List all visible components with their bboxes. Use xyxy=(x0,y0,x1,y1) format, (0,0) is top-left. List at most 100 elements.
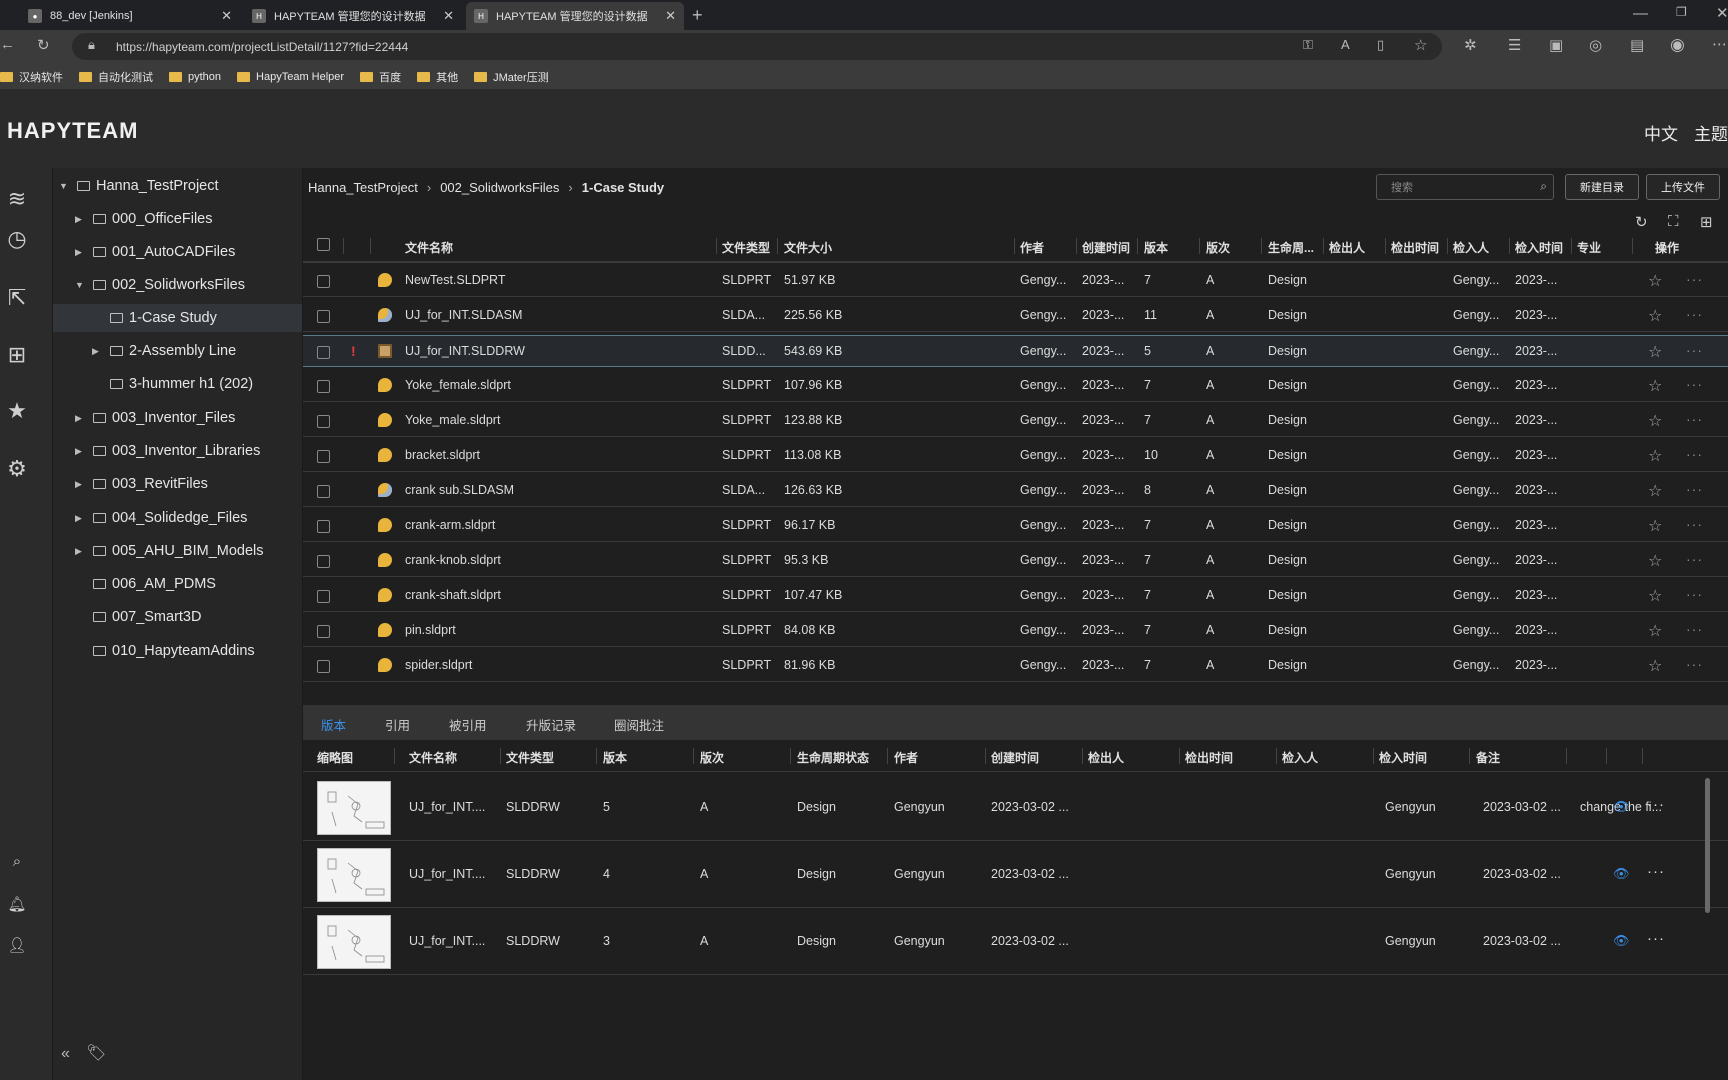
caret-right-icon[interactable]: ▶ xyxy=(75,546,85,557)
read-aloud-icon[interactable]: A xyxy=(1341,37,1350,52)
bookmark-folder[interactable]: HapyTeam Helper xyxy=(237,71,344,83)
cell-file-name[interactable]: crank-shaft.sldprt xyxy=(405,588,501,602)
star-outline-icon[interactable]: ☆ xyxy=(1648,446,1662,466)
close-tab-icon[interactable]: ✕ xyxy=(221,8,232,24)
layers-icon[interactable]: ≋ xyxy=(2,184,32,214)
language-switch[interactable]: 中文 xyxy=(1644,120,1678,145)
tab-markup-comments[interactable]: 圈阅批注 xyxy=(614,715,664,734)
star-icon[interactable]: ★ xyxy=(2,396,32,426)
caret-down-icon[interactable]: ▼ xyxy=(75,280,85,290)
row-checkbox[interactable] xyxy=(317,310,330,323)
tree-node[interactable]: ▶ 003_Inventor_Libraries xyxy=(75,437,260,465)
star-outline-icon[interactable]: ☆ xyxy=(1648,656,1662,676)
breadcrumb-item[interactable]: 002_SolidworksFiles xyxy=(440,180,559,195)
col-lifecycle[interactable]: 生命周... xyxy=(1268,239,1314,256)
tag-icon[interactable]: 🏷︎ xyxy=(86,1043,106,1063)
brand-logo[interactable]: HAPYTEAM xyxy=(7,118,138,144)
col-created-time[interactable]: 创建时间 xyxy=(1082,239,1130,256)
col-revision[interactable]: 版次 xyxy=(1206,239,1230,256)
col-author[interactable]: 作者 xyxy=(1020,239,1044,256)
tree-node[interactable]: 007_Smart3D xyxy=(93,603,201,631)
cell-file-name[interactable]: Yoke_female.sldprt xyxy=(405,378,511,392)
col-checkout-by[interactable]: 检出人 xyxy=(1329,239,1365,256)
more-actions-icon[interactable]: ··· xyxy=(1647,930,1665,947)
cell-file-name[interactable]: crank sub.SLDASM xyxy=(405,483,514,497)
tree-node[interactable]: ▶ 2-Assembly Line xyxy=(92,337,236,365)
row-checkbox[interactable] xyxy=(317,660,330,673)
col-file-type[interactable]: 文件类型 xyxy=(722,239,770,256)
more-actions-icon[interactable]: ··· xyxy=(1647,796,1665,813)
new-folder-button[interactable]: 新建目录 xyxy=(1565,174,1639,200)
close-tab-icon[interactable]: ✕ xyxy=(443,8,454,24)
caret-right-icon[interactable]: ▶ xyxy=(75,479,85,490)
drawing-thumbnail[interactable] xyxy=(317,848,391,902)
more-actions-icon[interactable]: ··· xyxy=(1686,656,1703,672)
new-tab-icon[interactable]: + xyxy=(692,5,703,26)
star-outline-icon[interactable]: ☆ xyxy=(1648,376,1662,396)
user-icon[interactable]: 👤︎ xyxy=(2,930,32,960)
row-checkbox[interactable] xyxy=(317,590,330,603)
drawing-thumbnail[interactable] xyxy=(317,781,391,835)
caret-right-icon[interactable]: ▶ xyxy=(75,214,85,225)
favorite-star-icon[interactable]: ☆ xyxy=(1414,36,1427,54)
more-actions-icon[interactable]: ··· xyxy=(1686,586,1703,602)
settings-gear-icon[interactable]: ⚙ xyxy=(2,454,32,484)
version-row[interactable]: UJ_for_INT.... SLDDRW 3 A Design Gengyun 2023-… xyxy=(303,908,1728,975)
table-row[interactable]: pin.sldprt SLDPRT 84.08 KB Gengy... 2023-...… xyxy=(303,615,1728,647)
star-outline-icon[interactable]: ☆ xyxy=(1648,342,1662,362)
more-actions-icon[interactable]: ··· xyxy=(1686,271,1703,287)
share-icon[interactable]: ⇱ xyxy=(2,283,32,313)
col-discipline[interactable]: 专业 xyxy=(1577,239,1601,256)
screenshot-icon[interactable]: ▤ xyxy=(1630,36,1644,54)
star-outline-icon[interactable]: ☆ xyxy=(1648,516,1662,536)
extensions-icon[interactable]: ✲ xyxy=(1464,36,1477,54)
back-icon[interactable]: ← xyxy=(0,36,15,53)
cell-file-name[interactable]: pin.sldprt xyxy=(405,623,456,637)
cell-file-name[interactable]: UJ_for_INT.SLDDRW xyxy=(405,344,525,358)
table-row[interactable]: NewTest.SLDPRT SLDPRT 51.97 KB Gengy... 2023… xyxy=(303,265,1728,297)
more-actions-icon[interactable]: ··· xyxy=(1686,481,1703,497)
star-outline-icon[interactable]: ☆ xyxy=(1648,271,1662,291)
more-actions-icon[interactable]: ··· xyxy=(1686,306,1703,322)
tab-versions[interactable]: 版本 xyxy=(321,715,346,734)
row-checkbox[interactable] xyxy=(317,625,330,638)
version-row[interactable]: UJ_for_INT.... SLDDRW 4 A Design Gengyun 2023-… xyxy=(303,841,1728,908)
version-list-scrollbar[interactable] xyxy=(1705,778,1710,913)
favorites-icon[interactable]: ☰ xyxy=(1508,36,1521,54)
tree-node[interactable]: ▼ 002_SolidworksFiles xyxy=(75,271,245,299)
tab-upgrade-history[interactable]: 升版记录 xyxy=(526,715,576,734)
bookmark-folder[interactable]: 自动化测试 xyxy=(79,69,153,85)
browser-tab[interactable]: H HAPYTEAM 管理您的设计数据 ✕ xyxy=(244,2,462,30)
tab-references[interactable]: 引用 xyxy=(385,715,410,734)
history-clock-icon[interactable]: ◷ xyxy=(2,224,32,254)
row-checkbox[interactable] xyxy=(317,415,330,428)
notification-bell-icon[interactable]: 🔔︎ xyxy=(2,889,32,919)
col-checkout-time[interactable]: 检出时间 xyxy=(1391,239,1439,256)
tree-node[interactable]: 006_AM_PDMS xyxy=(93,570,216,598)
tree-node[interactable]: ▶ 004_Solidedge_Files xyxy=(75,504,247,532)
url-field[interactable]: 🔒︎ https://hapyteam.com/projectListDetai… xyxy=(72,33,1442,60)
more-menu-icon[interactable]: ⋯ xyxy=(1712,35,1727,53)
view-eye-icon[interactable]: 👁︎ xyxy=(1613,933,1630,949)
caret-down-icon[interactable]: ▼ xyxy=(59,181,69,191)
table-row[interactable]: crank-arm.sldprt SLDPRT 96.17 KB Gengy... 20… xyxy=(303,510,1728,542)
tree-node[interactable]: 3-hummer h1 (202) xyxy=(110,370,253,398)
tree-node[interactable]: ▶ 001_AutoCADFiles xyxy=(75,238,235,266)
org-chart-icon[interactable]: ⊞ xyxy=(2,340,32,370)
caret-right-icon[interactable]: ▶ xyxy=(92,346,102,357)
refresh-icon[interactable]: ↻ xyxy=(37,36,50,54)
table-row[interactable]: UJ_for_INT.SLDASM SLDA... 225.56 KB Gengy..… xyxy=(303,300,1728,332)
tree-node[interactable]: ▶ 000_OfficeFiles xyxy=(75,205,212,233)
browser-tab[interactable]: ● 88_dev [Jenkins] ✕ xyxy=(20,2,240,30)
bookmark-folder[interactable]: 百度 xyxy=(360,69,401,85)
search-icon[interactable]: ⌕ xyxy=(1540,179,1547,194)
bookmark-folder[interactable]: JMater压测 xyxy=(474,69,549,85)
table-row[interactable]: spider.sldprt SLDPRT 81.96 KB Gengy... 2023-… xyxy=(303,650,1728,682)
key-icon[interactable]: ⚿ xyxy=(1303,37,1313,53)
cell-file-name[interactable]: UJ_for_INT.SLDASM xyxy=(405,308,522,322)
version-row[interactable]: UJ_for_INT.... SLDDRW 5 A Design Gengyun 2023-… xyxy=(303,774,1728,841)
cell-file-name[interactable]: crank-knob.sldprt xyxy=(405,553,501,567)
drawing-thumbnail[interactable] xyxy=(317,915,391,969)
performance-icon[interactable]: ◎ xyxy=(1589,36,1602,54)
col-file-size[interactable]: 文件大小 xyxy=(784,239,832,256)
